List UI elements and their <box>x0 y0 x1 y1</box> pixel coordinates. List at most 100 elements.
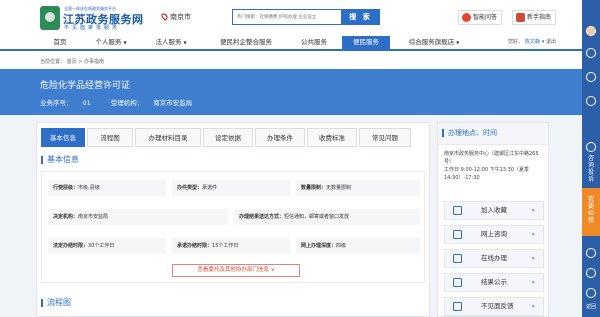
guide-book-icon <box>516 13 525 22</box>
org-value: 南京市安监局 <box>153 99 193 107</box>
tab-basic-info[interactable]: 基本信息 <box>41 128 85 147</box>
location-pin-icon <box>160 12 169 21</box>
search-input[interactable] <box>233 10 341 24</box>
seq-label: 业务序号： <box>40 99 73 107</box>
beginner-guide-button[interactable]: 新手指南 <box>512 10 557 25</box>
chat-bot-icon <box>462 13 471 22</box>
section-title-flow: 流程图 <box>41 299 71 307</box>
nav-item-convenience[interactable]: 便民服务 <box>342 36 390 49</box>
search-box: 搜 索 <box>232 9 380 25</box>
nav-label: 个人服务 <box>95 38 122 46</box>
online-consult-button[interactable]: 网上咨询 » <box>444 225 544 244</box>
logo-emblem-icon <box>40 6 60 30</box>
star-icon <box>453 206 462 215</box>
info-label: 网上办理深度： <box>301 243 337 249</box>
tab-materials[interactable]: 办理材料目录 <box>135 128 201 147</box>
site-header: 全国一体化在线政务服务平台 江苏政务服务网 不见面审批服务 南京市 搜 索 智能… <box>0 0 582 36</box>
chat-icon[interactable] <box>586 72 596 82</box>
nav-label: 首页 <box>53 38 67 46</box>
smart-qa-button[interactable]: 智能问答 <box>458 10 503 25</box>
info-value: 南京市安监局 <box>78 214 109 220</box>
breadcrumb-prefix: 当前位置： <box>40 59 66 65</box>
right-toolbar: 咨询投诉 我要纠错 返回 <box>582 0 600 317</box>
info-value: 15个工作日 <box>212 243 239 249</box>
search-button[interactable]: 搜 索 <box>341 9 380 25</box>
correction-panel[interactable]: 我要纠错 <box>582 188 600 236</box>
banner-meta: 业务序号： 01 受理机构： 南京市安监局 <box>40 97 212 107</box>
seq-field: 业务序号： 01 <box>40 99 101 107</box>
result-publicity-button[interactable]: 结果公示 » <box>444 273 544 292</box>
message-icon[interactable] <box>586 48 596 58</box>
back-to-top-icon[interactable] <box>586 288 596 298</box>
main-panel: 基本信息 流程图 办理材料目录 设定依据 办理条件 收费标准 常见问题 基本信息… <box>36 122 430 317</box>
info-label: 法定办结时限： <box>53 243 89 249</box>
online-apply-button[interactable]: 在线办理 » <box>444 249 544 268</box>
info-value: 短信通知，邮寄或者窗口发放 <box>284 214 350 220</box>
tab-faq[interactable]: 常见问题 <box>359 128 411 147</box>
consult-complaint-link[interactable]: 咨询投诉 <box>587 155 595 183</box>
nav-item-home[interactable]: 首页 <box>40 36 80 49</box>
chevron-down-icon: ▾ <box>541 39 545 45</box>
nav-label: 公共服务 <box>301 38 327 46</box>
side-btn-label: 不见面反馈 <box>481 302 514 310</box>
breadcrumb-home[interactable]: 首页 <box>67 59 77 65</box>
office-hours: 工作日 9:00-12:00 下午13:30（夏季14:30）-17:30 <box>444 167 530 181</box>
city-selector[interactable]: 南京市 <box>160 12 191 22</box>
chevron-right-icon: » <box>531 231 535 238</box>
back-to-top-label[interactable]: 返回 <box>582 303 600 310</box>
user-area: 您好， 陈文静 ▾ 退出 <box>508 36 556 49</box>
chevron-right-icon: » <box>531 207 535 214</box>
chat-icon <box>453 230 462 239</box>
nav-item-flagship[interactable]: 综合服务旗舰店 ▼ <box>396 36 472 49</box>
site-logo[interactable]: 全国一体化在线政务服务平台 江苏政务服务网 不见面审批服务 <box>40 6 143 32</box>
info-cell-legal-limit: 法定办结时限：30个工作日 <box>48 238 166 254</box>
logout-link[interactable]: 退出 <box>546 39 556 45</box>
info-value: 30个工作日 <box>88 243 115 249</box>
tab-basis[interactable]: 设定依据 <box>203 128 253 147</box>
nav-item-personal[interactable]: 个人服务 ▼ <box>82 36 140 49</box>
chevron-down-icon: ▼ <box>183 40 187 45</box>
chevron-right-icon: » <box>531 279 535 286</box>
main-nav: 首页 个人服务 ▼ 法人服务 ▼ 便民利企整合服务 公共服务 便民服务 综合服务旗舰… <box>0 36 582 51</box>
greeting: 您好， <box>507 39 523 45</box>
section-title-basic-info: 基本信息 <box>41 156 79 164</box>
tab-fees[interactable]: 收费标准 <box>307 128 357 147</box>
office-address: 南京市政务服务中心（建邺区江东中路265号） 工作日 9:00-12:00 下午… <box>444 150 544 182</box>
chevron-right-icon: » <box>531 255 535 262</box>
chevron-down-icon: ▼ <box>456 40 460 45</box>
city-label: 南京市 <box>170 13 191 21</box>
seq-value: 01 <box>82 99 91 107</box>
tab-conditions[interactable]: 办理条件 <box>255 128 305 147</box>
add-favorite-button[interactable]: 加入收藏 » <box>444 201 544 220</box>
info-label: 办件类型： <box>177 185 203 191</box>
info-label: 数量限制： <box>301 185 327 191</box>
nav-item-integrated[interactable]: 便民利企整合服务 <box>208 36 284 49</box>
view-delegation-button[interactable]: 查看委托及其他协办部门信息 ∨ <box>172 264 300 277</box>
page: 全国一体化在线政务服务平台 江苏政务服务网 不见面审批服务 南京市 搜 索 智能… <box>0 0 582 317</box>
info-cell-level: 行使层级：市级,县级 <box>48 180 166 196</box>
nav-item-public[interactable]: 公共服务 <box>290 36 338 49</box>
info-value: 四级 <box>336 243 347 249</box>
nav-label: 法人服务 <box>155 38 182 46</box>
info-label: 决定机构： <box>53 214 79 220</box>
result-icon <box>453 278 462 287</box>
feedback-icon <box>453 302 462 311</box>
side-btn-label: 在线办理 <box>481 254 507 262</box>
feedback-button[interactable]: 不见面反馈 » <box>444 297 544 316</box>
page-title: 危险化学品经营许可证 <box>40 81 131 91</box>
beginner-guide-label: 新手指南 <box>527 14 552 21</box>
info-label: 承诺办结时限： <box>177 243 213 249</box>
address-text: 南京市政务服务中心（建邺区江东中路265号） <box>444 151 539 165</box>
user-name-link[interactable]: 陈文静 <box>525 39 540 45</box>
nav-item-legal[interactable]: 法人服务 ▼ <box>142 36 200 49</box>
link-icon[interactable] <box>586 248 596 258</box>
tab-flowchart[interactable]: 流程图 <box>87 128 133 147</box>
side-title: 办理地点、时间 <box>442 129 497 137</box>
smart-qa-label: 智能问答 <box>473 14 498 21</box>
phone-icon[interactable] <box>586 96 596 106</box>
side-panel: 办理地点、时间 南京市政务服务中心（建邺区江东中路265号） 工作日 9:00-… <box>437 122 549 317</box>
eye-icon[interactable] <box>586 268 596 278</box>
chevron-down-icon: ▼ <box>123 40 127 45</box>
info-cell-delivery: 办理结果送达方式：短信通知，邮寄或者窗口发放 <box>234 209 420 225</box>
avatar[interactable] <box>586 26 596 36</box>
